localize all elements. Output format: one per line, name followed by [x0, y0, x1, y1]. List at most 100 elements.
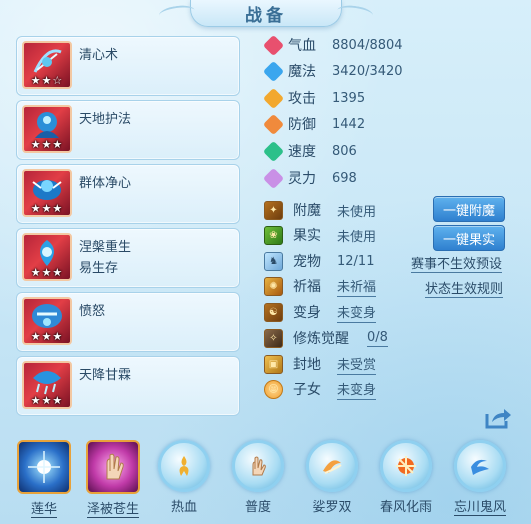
panel-title: 战备 [245, 5, 287, 26]
formation-slot-6[interactable]: 春风化雨 [375, 440, 437, 515]
sala-twin-icon[interactable] [306, 440, 358, 492]
stat-value: 806 [332, 143, 357, 159]
skill-purify-icon: ★★★ [22, 169, 72, 217]
skill-bow-icon: ★★☆ [22, 41, 72, 89]
stat-value: 698 [332, 170, 357, 186]
title-wing-left-decoration [158, 3, 196, 23]
item-value: 12/11 [337, 253, 375, 269]
formation-label: 热血 [170, 500, 197, 515]
item-row-pet: ♞ 宠物 12/11 [264, 250, 374, 272]
seal-icon: ▣ [264, 354, 283, 374]
item-value: 未使用 [337, 229, 377, 245]
item-value[interactable]: 未变身 [337, 302, 377, 323]
stat-row-hp: 气血 8804/8804 [262, 34, 403, 56]
title-wing-right-decoration [336, 3, 374, 23]
stat-row-spirit: 灵力 698 [262, 167, 357, 189]
blessing-icon: ✺ [264, 276, 283, 296]
skill-card-1[interactable]: ★★☆ 清心术 [16, 36, 240, 96]
skill-rain-icon: ★★★ [22, 361, 72, 409]
fruit-icon: ❀ [264, 225, 283, 245]
item-row-blessing: ✺ 祈福 未祈福 [264, 275, 377, 297]
item-label: 修炼觉醒 [293, 331, 349, 347]
skill-rebirth-icon: ★★★ [22, 233, 72, 281]
hot-blood-icon[interactable] [158, 440, 210, 492]
skill-card-4[interactable]: ★★★ 涅槃重生 易生存 [16, 228, 240, 288]
formation-label: 娑罗双 [312, 500, 352, 515]
item-label: 果实 [293, 228, 321, 244]
formation-slot-2[interactable]: 泽被苍生 [82, 440, 144, 518]
skill-card-2[interactable]: ★★★ 天地护法 [16, 100, 240, 160]
skill-stars: ★★★ [30, 330, 64, 343]
event-preset-link[interactable]: 赛事不生效预设 [411, 253, 503, 273]
formation-slot-4[interactable]: 普度 [227, 440, 289, 515]
skill-card-6[interactable]: ★★★ 天降甘霖 [16, 356, 240, 416]
stat-label: 速度 [288, 144, 316, 160]
item-label: 变身 [293, 305, 321, 321]
formation-slot-5[interactable]: 娑罗双 [301, 440, 363, 515]
attack-icon [262, 87, 285, 109]
skill-name: 天地护法 [79, 112, 132, 127]
skill-stars: ★★★ [30, 266, 64, 279]
share-icon[interactable] [484, 406, 512, 430]
formation-label: 春风化雨 [379, 500, 432, 515]
item-value[interactable]: 未祈福 [337, 276, 377, 297]
ghost-wind-icon[interactable] [454, 440, 506, 492]
skill-name: 愤怒 [79, 304, 106, 319]
item-row-fruit: ❀ 果实 未使用 [264, 224, 376, 246]
cultivation-icon: ✧ [264, 328, 283, 348]
one-click-enchant-button[interactable]: 一键附魔 [433, 196, 505, 222]
item-row-transform: ☯ 变身 未变身 [264, 301, 377, 323]
skill-rage-icon: ★★★ [22, 297, 72, 345]
item-label: 封地 [293, 357, 321, 373]
spirit-icon [262, 167, 285, 189]
salvation-hand-icon[interactable] [232, 440, 284, 492]
stat-value: 8804/8804 [332, 37, 403, 53]
one-click-fruit-button[interactable]: 一键果实 [433, 225, 505, 251]
item-row-cultivation: ✧ 修炼觉醒 0/8 [264, 327, 388, 349]
stat-label: 魔法 [288, 64, 316, 80]
stat-row-mp: 魔法 3420/3420 [262, 60, 403, 82]
skill-card-3[interactable]: ★★★ 群体净心 [16, 164, 240, 224]
stat-label: 气血 [288, 38, 316, 54]
item-value[interactable]: 未变身 [337, 379, 377, 400]
stat-label: 防御 [288, 117, 316, 133]
stat-row-defense: 防御 1442 [262, 113, 366, 135]
status-rules-link[interactable]: 状态生效规则 [425, 278, 504, 298]
battle-prep-panel: 战备 ★★☆ 清心术 ★★★ 天地护法 ★★★ 群体净心 ★★★ 涅槃重生 易生… [0, 0, 531, 524]
formation-label: 泽被苍生 [86, 502, 139, 518]
speed-icon [262, 140, 285, 162]
skill-stars: ★★★ [30, 138, 64, 151]
stat-row-attack: 攻击 1395 [262, 87, 365, 109]
item-row-enchant: ✦ 附魔 未使用 [264, 199, 376, 221]
item-label: 宠物 [293, 254, 321, 270]
item-label: 祈福 [293, 279, 321, 295]
stat-value: 1442 [332, 116, 366, 132]
enchant-icon: ✦ [264, 200, 283, 220]
lotus-orb-icon[interactable] [17, 440, 71, 494]
skill-name: 清心术 [79, 48, 119, 63]
mp-icon [262, 60, 285, 82]
hp-icon [262, 34, 285, 56]
skill-name: 群体净心 [79, 176, 132, 191]
formation-slot-1[interactable]: 莲华 [13, 440, 75, 518]
skill-stars: ★★★ [30, 202, 64, 215]
skill-card-5[interactable]: ★★★ 愤怒 [16, 292, 240, 352]
skill-name: 易生存 [79, 261, 119, 276]
formation-slot-3[interactable]: 热血 [153, 440, 215, 515]
transform-icon: ☯ [264, 302, 283, 322]
formation-slot-7[interactable]: 忘川鬼风 [449, 440, 511, 516]
pet-icon: ♞ [264, 251, 283, 271]
skill-stars: ★★☆ [30, 74, 64, 87]
stat-value: 3420/3420 [332, 63, 403, 79]
item-label: 附魔 [293, 203, 321, 219]
skill-name: 天降甘霖 [79, 368, 132, 383]
formation-label: 莲华 [30, 502, 57, 518]
title-banner: 战备 [158, 0, 374, 27]
item-value[interactable]: 0/8 [367, 330, 388, 347]
spring-rain-icon[interactable] [380, 440, 432, 492]
palm-orb-icon[interactable] [86, 440, 140, 494]
skill-stars: ★★★ [30, 394, 64, 407]
item-value[interactable]: 未受赏 [337, 354, 377, 375]
defense-icon [262, 113, 285, 135]
formation-label: 忘川鬼风 [453, 500, 506, 516]
